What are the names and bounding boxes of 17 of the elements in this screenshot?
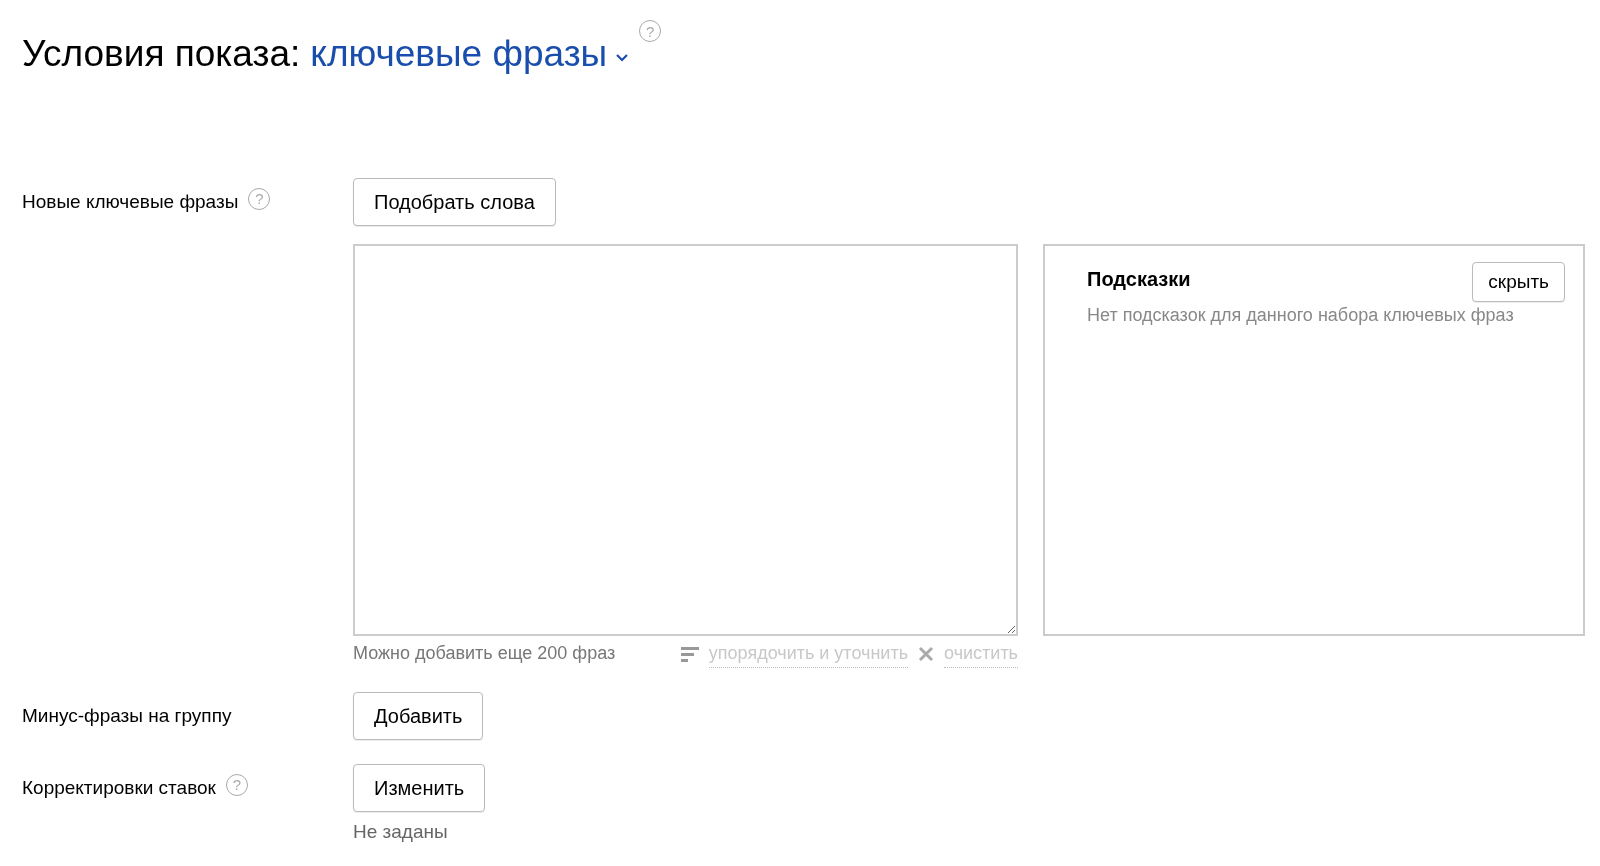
condition-type-dropdown[interactable]: ключевые фразы (310, 26, 608, 82)
close-icon (918, 645, 935, 662)
keywords-input[interactable] (353, 243, 1018, 636)
sort-icon (680, 645, 699, 662)
action-button[interactable]: Добавить (353, 691, 484, 740)
panel-title: Подсказки (1087, 266, 1191, 292)
page-title: Условия показа: (22, 32, 301, 76)
status-text: Не заданы (353, 819, 449, 844)
action-button[interactable]: Изменить (353, 763, 486, 812)
field-label: Корректировки ставок (22, 775, 216, 800)
empty-message: Нет подсказок для данного набора ключевых фраз (1087, 304, 1515, 327)
field-label: Минус-фразы на группу (22, 703, 232, 728)
action-button[interactable]: Подобрать слова (353, 177, 556, 226)
chevron-down-icon (615, 52, 630, 63)
phrase-counter: Можно добавить еще 200 фраз (353, 642, 616, 665)
hide-button[interactable]: скрыть (1472, 261, 1565, 302)
field-label: Новые ключевые фразы (22, 189, 239, 214)
